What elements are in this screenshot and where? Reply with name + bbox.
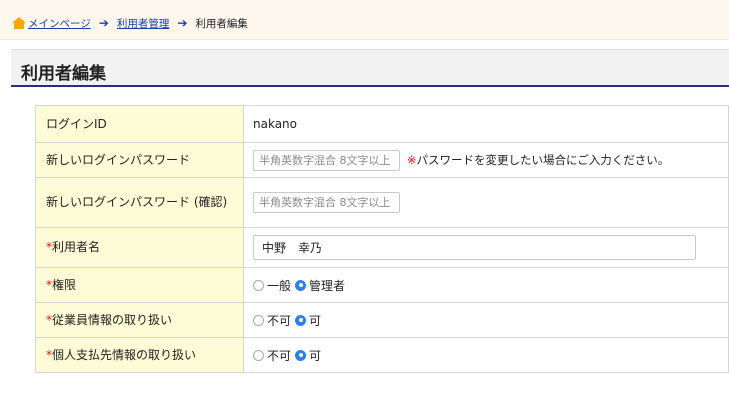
authority-radio-group: 一般 管理者 (253, 277, 728, 294)
new-password-label: 新しいログインパスワード (35, 142, 244, 178)
new-password-input[interactable] (253, 149, 400, 171)
employee-info-label: *従業員情報の取り扱い (35, 302, 244, 338)
authority-cell: 一般 管理者 (243, 267, 729, 303)
password-note: ※パスワードを変更したい場合にご入力ください。 (406, 153, 670, 167)
payee-info-radio-group: 不可 可 (253, 347, 728, 364)
breadcrumb: メインページ ➔ 利用者管理 ➔ 利用者編集 (12, 15, 248, 31)
page-title-box: 利用者編集 (11, 49, 729, 87)
authority-general-label[interactable]: 一般 (267, 277, 291, 294)
payee-info-allow-radio[interactable] (295, 349, 307, 361)
user-name-label: *利用者名 (35, 227, 244, 268)
employee-info-allow-radio[interactable] (295, 314, 307, 326)
confirm-password-row: 新しいログインパスワード (確認) (35, 177, 729, 228)
authority-admin-label[interactable]: 管理者 (309, 277, 345, 294)
login-id-value-cell: nakano (243, 105, 729, 143)
user-name-cell (243, 227, 729, 268)
employee-info-allow-label[interactable]: 可 (309, 312, 321, 329)
new-password-row: 新しいログインパスワード ※パスワードを変更したい場合にご入力ください。 (35, 142, 729, 178)
top-bar: メインページ ➔ 利用者管理 ➔ 利用者編集 (0, 0, 729, 40)
home-icon[interactable] (12, 17, 26, 29)
authority-label: *権限 (35, 267, 244, 303)
authority-general-radio[interactable] (253, 279, 264, 291)
employee-info-cell: 不可 可 (243, 302, 729, 338)
employee-info-deny-label[interactable]: 不可 (267, 312, 291, 329)
confirm-password-label: 新しいログインパスワード (確認) (35, 177, 244, 228)
login-id-label: ログインID (35, 105, 244, 143)
user-edit-form: ログインID nakano 新しいログインパスワード ※パスワードを変更したい場… (35, 105, 729, 373)
login-id-row: ログインID nakano (35, 105, 729, 143)
confirm-password-input[interactable] (253, 192, 400, 213)
authority-admin-radio[interactable] (295, 279, 307, 291)
employee-info-row: *従業員情報の取り扱い 不可 可 (35, 302, 729, 338)
authority-row: *権限 一般 管理者 (35, 267, 729, 303)
breadcrumb-current: 利用者編集 (195, 17, 248, 30)
arrow-right-icon: ➔ (177, 16, 188, 30)
payee-info-allow-label[interactable]: 可 (309, 347, 321, 364)
payee-info-row: *個人支払先情報の取り扱い 不可 可 (35, 337, 729, 373)
user-name-row: *利用者名 (35, 227, 729, 268)
payee-info-deny-label[interactable]: 不可 (267, 347, 291, 364)
breadcrumb-user-management-link[interactable]: 利用者管理 (117, 16, 170, 31)
user-name-input[interactable] (253, 235, 696, 260)
new-password-cell: ※パスワードを変更したい場合にご入力ください。 (243, 142, 729, 178)
login-id-value: nakano (253, 117, 297, 131)
arrow-right-icon: ➔ (98, 16, 109, 30)
employee-info-deny-radio[interactable] (253, 314, 264, 326)
breadcrumb-main-page-link[interactable]: メインページ (28, 16, 91, 31)
payee-info-label: *個人支払先情報の取り扱い (35, 337, 244, 373)
page-title: 利用者編集 (21, 64, 106, 84)
employee-info-radio-group: 不可 可 (253, 312, 728, 329)
confirm-password-cell (243, 177, 729, 228)
payee-info-cell: 不可 可 (243, 337, 729, 373)
payee-info-deny-radio[interactable] (253, 349, 264, 361)
